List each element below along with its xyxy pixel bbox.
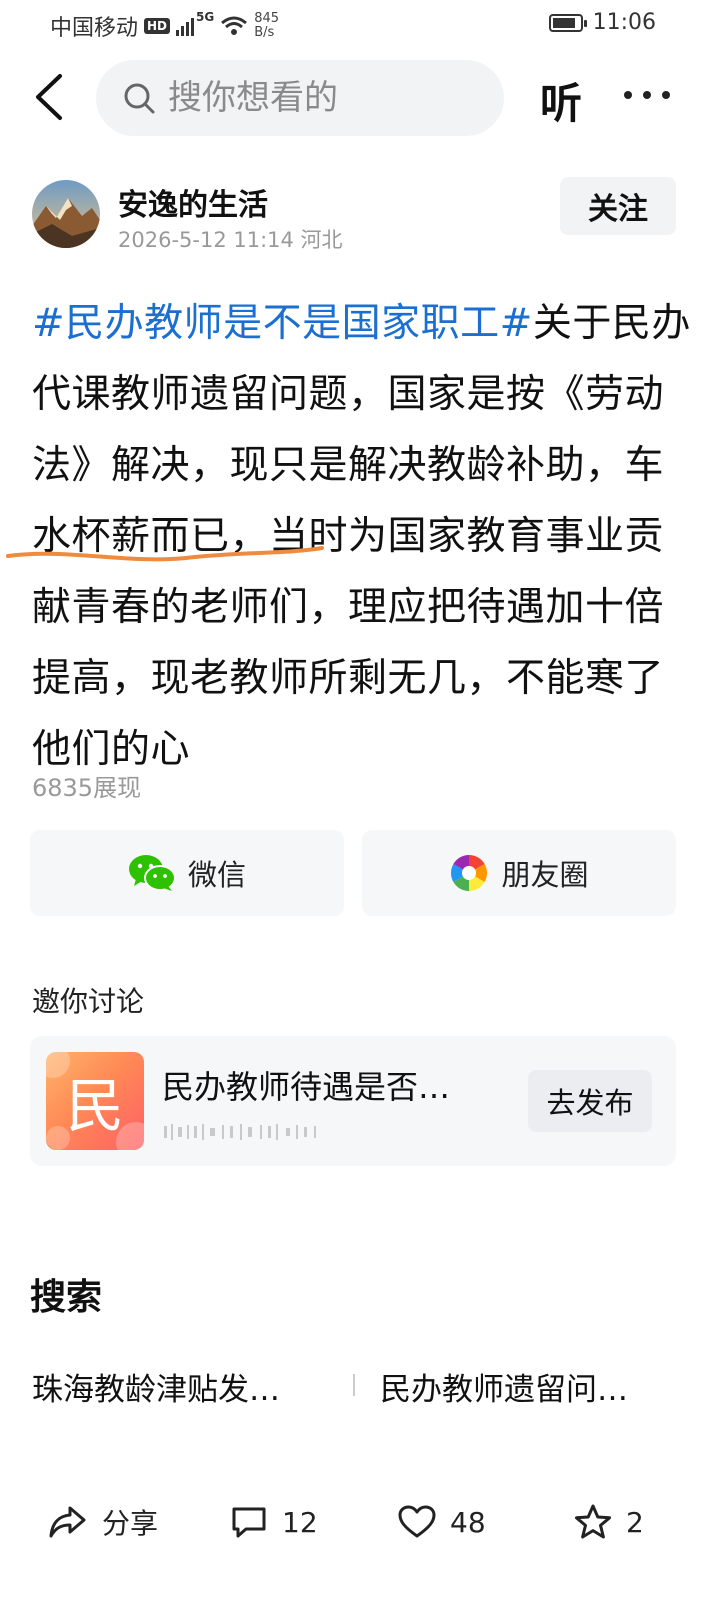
follow-button[interactable]: 关注 <box>560 177 676 235</box>
more-icon[interactable] <box>622 80 672 110</box>
share-wechat-label: 微信 <box>187 858 246 892</box>
suggestion-divider <box>353 1374 355 1396</box>
avatar[interactable] <box>32 180 100 248</box>
heart-icon <box>398 1505 436 1538</box>
discussion-title: 邀你讨论 <box>32 985 145 1018</box>
discussion-topic: 民办教师待遇是否… <box>162 1068 451 1106</box>
search-input[interactable] <box>166 77 490 119</box>
search-suggestion[interactable]: 民办教师遗留问… <box>380 1364 628 1409</box>
search-icon <box>124 83 155 114</box>
listen-button[interactable]: 听 <box>540 70 582 131</box>
like-button[interactable]: 48 <box>398 1484 486 1560</box>
topic-link[interactable]: #民办教师是不是国家职工# <box>32 301 533 346</box>
handwritten-underline <box>6 546 324 562</box>
post-body: 关于民办代课教师遗留问题，国家是按《劳动法》解决，现只是解决教龄补助，车水杯薪而… <box>32 301 691 772</box>
post-content: #民办教师是不是国家职工#关于民办代课教师遗留问题，国家是按《劳动法》解决，现只… <box>32 288 692 785</box>
star-icon <box>575 1504 611 1539</box>
network-speed: 845 B/s <box>254 12 279 40</box>
moments-icon <box>451 855 488 891</box>
speed-unit: B/s <box>254 25 275 40</box>
status-bar: 中国移动 HD 5G 845 B/s 11:06 <box>0 0 720 50</box>
share-label: 分享 <box>102 1507 159 1540</box>
wechat-icon <box>128 855 176 891</box>
discussion-card[interactable]: 民 民办教师待遇是否… 去发布 <box>30 1036 676 1166</box>
back-arrow-icon[interactable] <box>30 70 70 124</box>
battery-icon <box>548 13 587 32</box>
comment-count: 12 <box>282 1505 318 1539</box>
post-meta: 2026-5-12 11:14 河北 <box>118 228 343 252</box>
search-section-title: 搜索 <box>30 1277 103 1318</box>
search-bar[interactable] <box>96 60 504 136</box>
signal-icon <box>176 16 195 36</box>
status-left: 中国移动 HD 5G 845 B/s <box>50 10 279 42</box>
comment-icon <box>232 1507 266 1538</box>
share-moments-button[interactable]: 朋友圈 <box>362 830 676 916</box>
share-wechat-button[interactable]: 微信 <box>30 830 344 916</box>
hd-badge: HD <box>144 18 171 34</box>
wifi-icon <box>221 16 248 35</box>
network-type: 5G <box>196 10 215 24</box>
clock: 11:06 <box>592 10 656 35</box>
topic-tile-char: 民 <box>65 1072 124 1140</box>
share-moments-label: 朋友圈 <box>501 858 589 892</box>
carrier-name: 中国移动 <box>50 16 139 41</box>
favorite-count: 2 <box>626 1505 644 1539</box>
like-count: 48 <box>450 1505 486 1539</box>
blurred-subtext <box>164 1124 316 1140</box>
share-icon <box>49 1506 86 1538</box>
publish-button[interactable]: 去发布 <box>528 1070 652 1132</box>
favorite-button[interactable]: 2 <box>574 1484 644 1560</box>
view-count: 6835展现 <box>32 774 142 802</box>
speed-value: 845 <box>254 11 280 26</box>
status-right: 11:06 <box>548 10 656 35</box>
comment-button[interactable]: 12 <box>230 1484 318 1560</box>
author-name[interactable]: 安逸的生活 <box>118 180 268 224</box>
topic-tile: 民 <box>46 1052 144 1150</box>
search-suggestion[interactable]: 珠海教龄津贴发… <box>32 1364 280 1409</box>
action-bar: 分享 12 48 2 <box>0 1484 720 1560</box>
share-button[interactable]: 分享 <box>48 1484 158 1560</box>
